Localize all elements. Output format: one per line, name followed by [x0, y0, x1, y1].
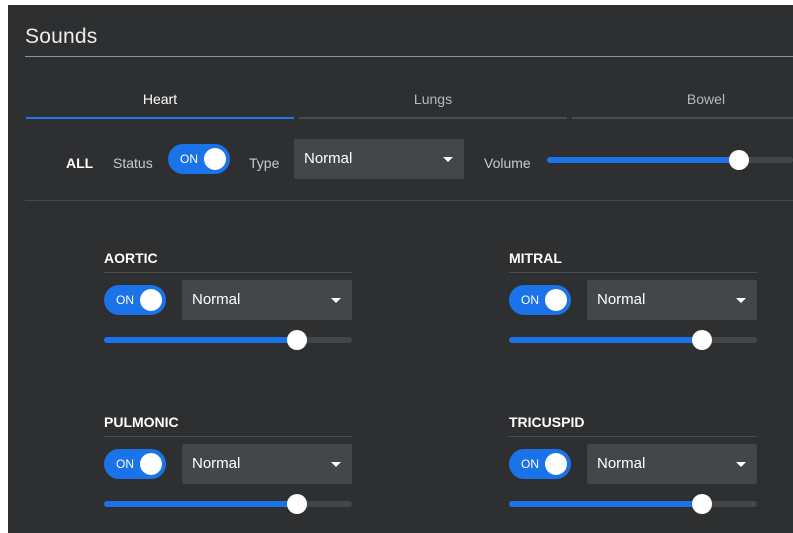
toggle-knob — [545, 289, 567, 311]
toggle-text: ON — [180, 152, 198, 166]
valve-label: AORTIC — [104, 250, 158, 266]
pulmonic-volume-slider[interactable] — [104, 493, 352, 515]
valve-aortic: AORTIC ON Normal — [104, 250, 352, 350]
slider-fill — [104, 337, 298, 343]
tab-heart[interactable]: Heart — [26, 91, 294, 107]
tricuspid-toggle[interactable]: ON — [509, 449, 571, 479]
chevron-down-icon — [443, 157, 453, 162]
slider-fill — [547, 157, 739, 163]
valve-pulmonic: PULMONIC ON Normal — [104, 414, 352, 514]
slider-fill — [509, 501, 703, 507]
mitral-toggle[interactable]: ON — [509, 285, 571, 315]
slider-fill — [104, 501, 298, 507]
select-value: Normal — [597, 291, 646, 308]
sounds-panel: Sounds Heart Lungs Bowel ALL Status ON T… — [8, 5, 793, 533]
toggle-knob — [204, 148, 226, 170]
aortic-type-select[interactable]: Normal — [182, 280, 352, 320]
valve-label: TRICUSPID — [509, 414, 585, 430]
all-status-toggle[interactable]: ON — [168, 144, 230, 174]
mitral-type-select[interactable]: Normal — [587, 280, 757, 320]
chevron-down-icon — [331, 462, 341, 467]
tab-bowel[interactable]: Bowel — [572, 91, 793, 107]
toggle-knob — [140, 453, 162, 475]
slider-fill — [509, 337, 703, 343]
valve-divider — [104, 436, 352, 437]
tricuspid-volume-slider[interactable] — [509, 493, 757, 515]
volume-label: Volume — [484, 155, 531, 171]
pulmonic-toggle[interactable]: ON — [104, 449, 166, 479]
chevron-down-icon — [736, 462, 746, 467]
slider-thumb[interactable] — [287, 494, 308, 514]
tab-bowel-indicator — [572, 117, 793, 119]
valve-divider — [104, 272, 352, 273]
toggle-text: ON — [521, 293, 539, 307]
slider-thumb[interactable] — [287, 330, 308, 350]
toggle-text: ON — [116, 293, 134, 307]
select-value: Normal — [304, 150, 353, 167]
all-label: ALL — [66, 155, 94, 171]
type-label: Type — [249, 155, 280, 171]
all-type-select[interactable]: Normal — [294, 139, 464, 179]
chevron-down-icon — [736, 298, 746, 303]
valve-label: MITRAL — [509, 250, 562, 266]
slider-thumb[interactable] — [692, 330, 713, 350]
pulmonic-type-select[interactable]: Normal — [182, 444, 352, 484]
section-divider — [25, 200, 793, 201]
tab-heart-indicator — [26, 117, 294, 119]
title-divider — [25, 56, 793, 57]
valve-divider — [509, 436, 757, 437]
select-value: Normal — [192, 455, 241, 472]
panel-title: Sounds — [25, 25, 98, 48]
valve-tricuspid: TRICUSPID ON Normal — [509, 414, 757, 514]
tab-lungs[interactable]: Lungs — [299, 91, 567, 107]
select-value: Normal — [192, 291, 241, 308]
aortic-toggle[interactable]: ON — [104, 285, 166, 315]
tab-lungs-indicator — [299, 117, 567, 119]
valve-mitral: MITRAL ON Normal — [509, 250, 757, 350]
toggle-text: ON — [116, 457, 134, 471]
all-volume-slider[interactable] — [547, 149, 793, 171]
mitral-volume-slider[interactable] — [509, 329, 757, 351]
all-controls-row: ALL Status ON Type Normal Volume — [8, 139, 793, 184]
status-label: Status — [113, 155, 153, 171]
aortic-volume-slider[interactable] — [104, 329, 352, 351]
toggle-text: ON — [521, 457, 539, 471]
slider-thumb[interactable] — [728, 150, 749, 170]
slider-thumb[interactable] — [692, 494, 713, 514]
select-value: Normal — [597, 455, 646, 472]
valve-label: PULMONIC — [104, 414, 179, 430]
toggle-knob — [545, 453, 567, 475]
chevron-down-icon — [331, 298, 341, 303]
toggle-knob — [140, 289, 162, 311]
valve-divider — [509, 272, 757, 273]
tricuspid-type-select[interactable]: Normal — [587, 444, 757, 484]
